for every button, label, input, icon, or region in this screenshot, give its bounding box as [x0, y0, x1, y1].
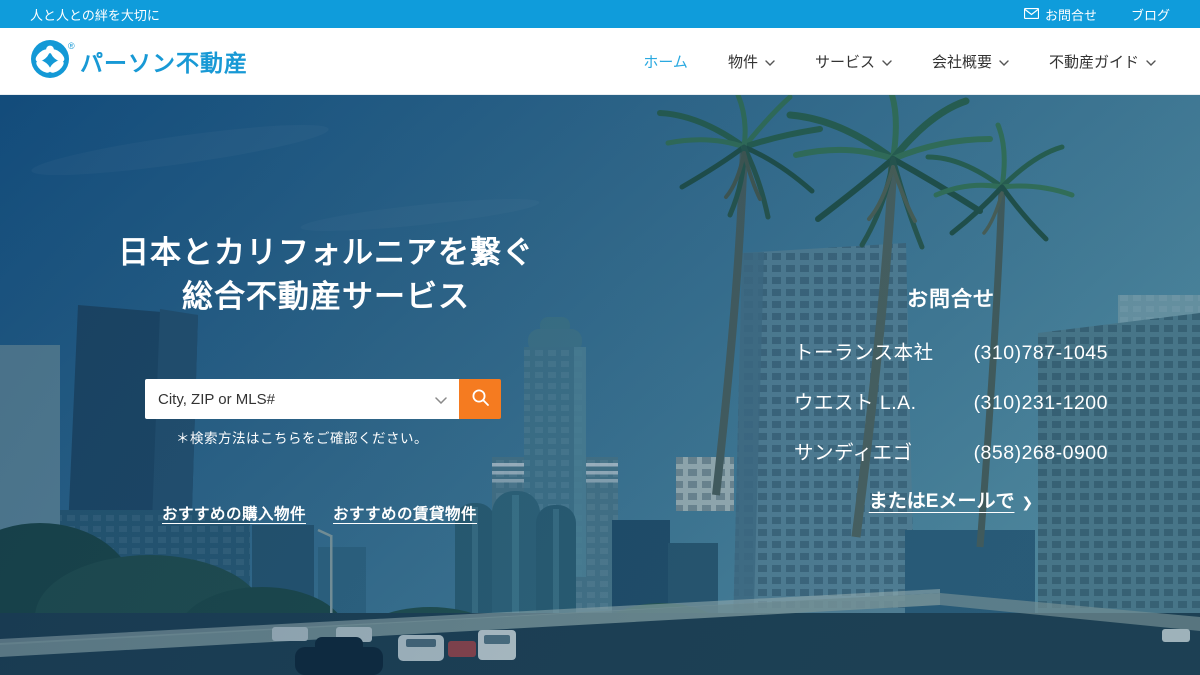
- search-select[interactable]: City, ZIP or MLS#: [145, 379, 459, 419]
- chevron-down-icon: [435, 391, 447, 408]
- search-note: ＊検索方法はこちらをご確認ください。: [145, 427, 459, 447]
- nav-item-properties[interactable]: 物件: [728, 51, 775, 72]
- registered-mark: ®: [68, 41, 75, 51]
- mail-icon: [1024, 7, 1039, 22]
- office-name: ウエスト L.A.: [794, 386, 917, 415]
- main-nav: ホーム 物件 サービス 会社概要 不動産ガイド: [643, 51, 1156, 72]
- email-contact-link[interactable]: またはEメールで: [869, 491, 1015, 512]
- nav-item-company[interactable]: 会社概要: [932, 51, 1009, 72]
- topbar-contact-link[interactable]: お問合せ: [1024, 5, 1097, 24]
- page: 人と人との絆を大切に お問合せ ブログ: [0, 0, 1200, 675]
- chevron-down-icon: [999, 53, 1009, 70]
- office-row-torrance: トーランス本社 (310)787-1045: [794, 336, 1108, 365]
- hero-links: おすすめの購入物件 おすすめの賃貸物件: [162, 502, 477, 524]
- brand-logo[interactable]: ® パーソン不動産: [30, 39, 248, 84]
- property-search: City, ZIP or MLS#: [145, 379, 501, 419]
- office-name: トーランス本社: [794, 336, 934, 365]
- hero-heading: 日本とカリフォルニアを繋ぐ 総合不動産サービス: [110, 231, 542, 319]
- search-select-value: City, ZIP or MLS#: [158, 391, 275, 408]
- chevron-right-icon: ❯: [1021, 494, 1033, 510]
- office-phone: (858)268-0900: [974, 442, 1108, 465]
- tagline: 人と人との絆を大切に: [30, 5, 160, 24]
- hero-section: 日本とカリフォルニアを繋ぐ 総合不動産サービス City, ZIP or MLS…: [0, 95, 1200, 675]
- hero-heading-line1: 日本とカリフォルニアを繋ぐ: [110, 231, 542, 275]
- office-phone: (310)787-1045: [974, 342, 1108, 365]
- hero-heading-line2: 総合不動産サービス: [110, 275, 542, 319]
- brand-mark-icon: [30, 39, 70, 84]
- nav-item-home[interactable]: ホーム: [643, 51, 688, 72]
- office-phone: (310)231-1200: [974, 392, 1108, 415]
- contact-panel: お問合せ トーランス本社 (310)787-1045 ウエスト L.A. (31…: [794, 283, 1108, 513]
- featured-rent-link[interactable]: おすすめの賃貸物件: [333, 502, 477, 524]
- nav-item-services[interactable]: サービス: [815, 51, 892, 72]
- nav-item-guide[interactable]: 不動産ガイド: [1049, 51, 1156, 72]
- office-row-sandiego: サンディエゴ (858)268-0900: [794, 436, 1108, 465]
- featured-buy-link[interactable]: おすすめの購入物件: [162, 502, 306, 524]
- topbar-blog-link[interactable]: ブログ: [1131, 5, 1170, 24]
- contact-title: お問合せ: [794, 283, 1108, 313]
- chevron-down-icon: [765, 53, 775, 70]
- search-icon: [471, 388, 490, 410]
- header: ® パーソン不動産 ホーム 物件 サービス 会社概要 不動産ガイド: [0, 28, 1200, 95]
- office-row-westla: ウエスト L.A. (310)231-1200: [794, 386, 1108, 415]
- search-button[interactable]: [459, 379, 501, 419]
- topbar: 人と人との絆を大切に お問合せ ブログ: [0, 0, 1200, 28]
- chevron-down-icon: [1146, 53, 1156, 70]
- office-name: サンディエゴ: [794, 436, 913, 465]
- chevron-down-icon: [882, 53, 892, 70]
- brand-name: パーソン不動産: [80, 44, 248, 78]
